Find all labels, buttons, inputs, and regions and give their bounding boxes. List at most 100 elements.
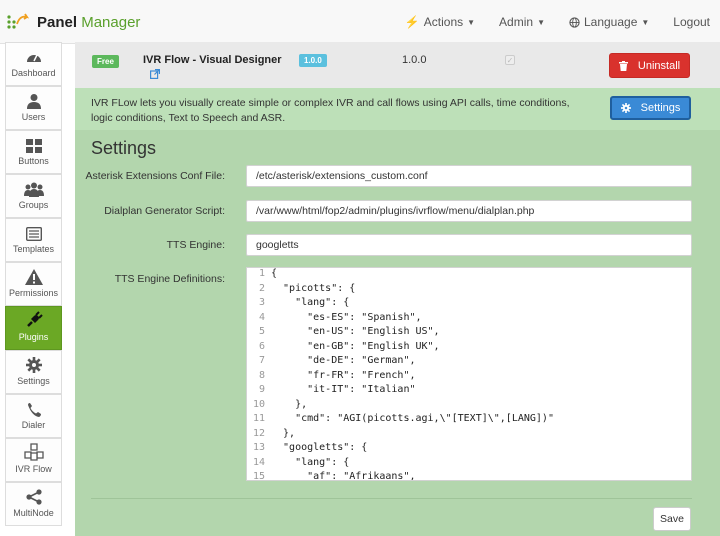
save-button[interactable]: Save [653, 507, 691, 531]
enabled-checkbox[interactable]: ✓ [505, 55, 515, 65]
top-nav-menu: ⚡ Actions ▼ Admin ▼ Language ▼ Logout [405, 0, 710, 44]
grid-icon [25, 139, 42, 153]
admin-menu-label: Admin [499, 15, 534, 29]
brand-logo[interactable]: Panel Manager [6, 11, 140, 33]
line-number: 4 [258, 311, 265, 323]
code-text: "lang": { [271, 456, 350, 468]
line-number: 8 [258, 369, 265, 381]
sidebar-item-buttons[interactable]: Buttons [5, 130, 62, 174]
admin-menu[interactable]: Admin ▼ [499, 15, 545, 29]
code-text: "es-ES": "Spanish", [271, 311, 422, 323]
sidebar-item-label: Dialer [21, 420, 46, 430]
plugin-row: Free IVR Flow - Visual Designer 1.0.0 1.… [75, 42, 720, 88]
line-number: 12 [252, 427, 265, 439]
sidebar-item-settings[interactable]: Settings [5, 350, 62, 394]
code-line: 11 "cmd": "AGI(picotts.agi,\"[TEXT]\",[L… [247, 413, 691, 428]
gear-icon [25, 357, 42, 373]
code-line: 9 "it-IT": "Italian" [247, 384, 691, 399]
tts-definitions-editor[interactable]: 1{2 "picotts": {3 "lang": {4 "es-ES": "S… [246, 267, 692, 481]
free-badge: Free [92, 55, 119, 68]
sidebar-item-label: Groups [18, 200, 49, 210]
actions-menu[interactable]: ⚡ Actions ▼ [405, 15, 475, 29]
sidebar-item-ivr-flow[interactable]: IVR Flow [5, 438, 62, 482]
plugin-description-row: IVR FLow lets you visually create simple… [75, 88, 720, 130]
code-text: "fr-FR": "French", [271, 369, 416, 381]
caret-down-icon: ▼ [537, 17, 545, 27]
cubes-icon [23, 443, 44, 461]
sidebar-item-dashboard[interactable]: Dashboard [5, 42, 62, 86]
brand-name: Panel Manager [37, 14, 140, 31]
language-menu[interactable]: Language ▼ [569, 15, 649, 29]
sidebar-item-label: Settings [17, 376, 50, 386]
top-navbar: Panel Manager ⚡ Actions ▼ Admin ▼ Langua… [0, 0, 720, 44]
settings-button-label: Settings [640, 102, 681, 114]
version-badge: 1.0.0 [299, 54, 327, 67]
logout-link[interactable]: Logout [673, 15, 710, 29]
line-number: 7 [258, 355, 265, 366]
sidebar-item-label: Buttons [18, 156, 49, 166]
line-number: 9 [258, 384, 265, 395]
sidebar-item-users[interactable]: Users [5, 86, 62, 130]
brand-name-light: Manager [81, 13, 141, 31]
user-icon [26, 94, 41, 109]
sidebar-item-label: Dashboard [11, 68, 56, 78]
code-line: 10 }, [247, 399, 691, 414]
extensions-conf-label: Asterisk Extensions Conf File: [85, 170, 225, 182]
code-text: }, [271, 427, 296, 439]
code-line: 4 "es-ES": "Spanish", [247, 312, 691, 327]
sidebar-item-label: Plugins [18, 332, 49, 342]
sidebar-item-multinode[interactable]: MultiNode [5, 482, 62, 526]
sidebar-item-permissions[interactable]: Permissions [5, 262, 62, 306]
actions-menu-label: Actions [423, 15, 464, 29]
sidebar-item-templates[interactable]: Templates [5, 218, 62, 262]
installed-version: 1.0.0 [402, 54, 427, 66]
phone-icon [27, 403, 41, 417]
code-line: 13 "googletts": { [247, 442, 691, 457]
form-divider [91, 498, 692, 499]
line-number: 1 [258, 268, 265, 279]
code-text: "af": "Afrikaans", [271, 471, 416, 481]
code-line: 3 "lang": { [247, 297, 691, 312]
sidebar-item-label: IVR Flow [15, 464, 52, 474]
line-number: 6 [258, 340, 265, 352]
code-line: 5 "en-US": "English US", [247, 326, 691, 341]
dialplan-script-input[interactable] [246, 200, 692, 222]
plugin-settings-button[interactable]: Settings [610, 96, 691, 120]
line-number: 2 [258, 282, 265, 294]
line-number: 14 [252, 456, 265, 468]
code-line: 6 "en-GB": "English UK", [247, 341, 691, 356]
dashboard-icon [26, 54, 41, 62]
extensions-conf-input[interactable] [246, 165, 692, 187]
uninstall-button[interactable]: Uninstall [609, 53, 690, 78]
panel-logo-icon [7, 13, 30, 29]
line-number: 15 [252, 471, 265, 481]
code-line: 15 "af": "Afrikaans", [247, 471, 691, 481]
code-text: "en-US": "English US", [271, 326, 440, 337]
sidebar-item-groups[interactable]: Groups [5, 174, 62, 218]
sidebar-item-dialer[interactable]: Dialer [5, 394, 62, 438]
groups-icon [23, 182, 44, 197]
sidebar: Dashboard Users Buttons Groups Templates… [5, 42, 62, 536]
code-text: "cmd": "AGI(picotts.agi,\"[TEXT]\",[LANG… [271, 413, 554, 424]
code-text: "de-DE": "German", [271, 355, 416, 366]
trash-icon [618, 60, 628, 71]
line-number: 13 [252, 442, 265, 453]
external-link-icon[interactable] [150, 69, 160, 79]
tts-engine-input[interactable] [246, 234, 692, 256]
caret-down-icon: ▼ [641, 17, 650, 27]
uninstall-label: Uninstall [637, 59, 681, 72]
language-menu-label: Language [583, 15, 638, 29]
code-text: }, [271, 398, 308, 410]
code-text: "it-IT": "Italian" [271, 384, 416, 395]
code-line: 7 "de-DE": "German", [247, 355, 691, 370]
sidebar-item-label: Permissions [8, 288, 58, 298]
sidebar-item-plugins[interactable]: Plugins [5, 306, 62, 350]
settings-title: Settings [91, 138, 157, 158]
code-line: 8 "fr-FR": "French", [247, 370, 691, 385]
gear-icon [620, 103, 631, 113]
share-icon [25, 489, 42, 505]
code-text: "picotts": { [271, 282, 356, 294]
code-text: "lang": { [271, 297, 350, 308]
caret-down-icon: ▼ [467, 17, 476, 27]
brand-name-bold: Panel [37, 13, 78, 31]
